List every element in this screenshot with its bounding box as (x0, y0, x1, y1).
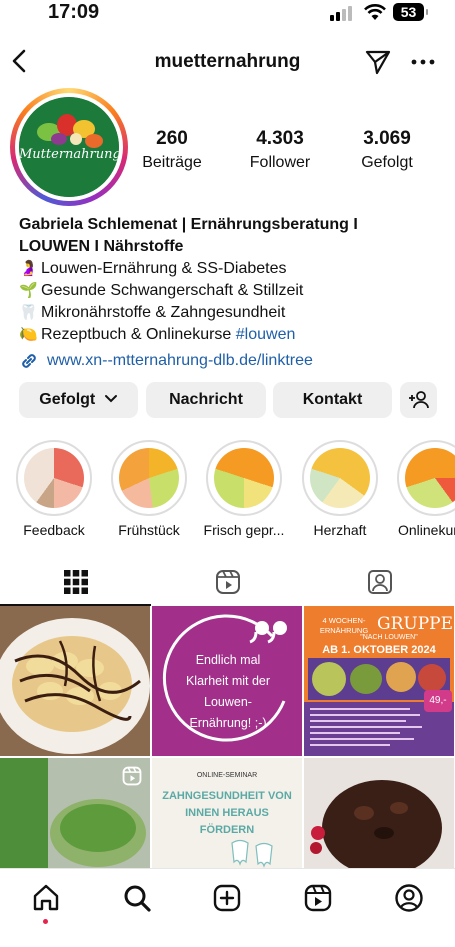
highlight-item[interactable]: Onlinekurs (394, 440, 455, 538)
highlight-cover (24, 448, 84, 508)
reels-icon (216, 570, 240, 594)
link-icon (22, 354, 36, 368)
profile-avatar[interactable]: Mutternahrung (10, 88, 128, 206)
post-seminar-label: ONLINE-SEMINAR (196, 772, 258, 779)
bio-line-text: Rezeptbuch & Onlinekurse (41, 326, 236, 343)
highlight-item[interactable]: Frühstück (108, 440, 190, 538)
stat-following-value: 3.069 (363, 128, 411, 149)
bio-line-text: Louwen-Ernährung & SS-Diabetes (41, 260, 287, 277)
following-button[interactable]: Gefolgt (19, 382, 138, 418)
chevron-down-icon (104, 395, 117, 403)
tooth-emoji-icon: 🦷 (19, 304, 38, 321)
post-title-large: GRUPPE (377, 614, 453, 634)
highlight-item[interactable]: Herzhaft (299, 440, 381, 538)
contact-button[interactable]: Kontakt (273, 382, 392, 418)
post-date: AB 1. OKTOBER 2024 (322, 644, 436, 656)
bio-line: 🍋 Rezeptbuch & Onlinekurse #louwen (19, 324, 439, 346)
grid-icon (64, 570, 88, 594)
search-icon[interactable] (122, 883, 152, 913)
bio-website-url: www.xn--mtternahrung-dlb.de/linktree (47, 352, 313, 369)
more-options-icon[interactable] (410, 48, 436, 76)
bio-hashtag-link[interactable]: #louwen (236, 324, 296, 346)
lemon-emoji-icon: 🍋 (19, 326, 38, 343)
highlight-cover (119, 448, 179, 508)
stat-posts[interactable]: 260 Beiträge (117, 128, 227, 172)
signal-icon (330, 5, 356, 21)
add-person-icon (408, 391, 429, 409)
stat-following-label: Gefolgt (361, 154, 413, 171)
highlight-label: Feedback (23, 522, 85, 538)
post-title-small: 4 WOCHEN-ERNÄHRUNG (319, 616, 369, 635)
tab-posts-grid[interactable] (0, 560, 151, 606)
profile-bio: Gabriela Schlemenat | Ernährungsberatung… (19, 214, 439, 372)
highlight-label: Frühstück (118, 522, 180, 538)
tab-tagged[interactable] (304, 560, 455, 606)
create-post-icon[interactable] (212, 883, 242, 913)
stat-followers-value: 4.303 (256, 128, 304, 149)
profile-header: muetternahrung (0, 38, 455, 84)
tab-reels[interactable] (152, 560, 303, 606)
wifi-icon (364, 4, 386, 20)
battery-icon: 53 (393, 3, 428, 21)
home-icon[interactable] (31, 883, 61, 913)
post-seminar-title: ZAHNGESUNDHEIT VON INNEN HERAUS FÖRDERN (162, 790, 292, 836)
suggested-users-button[interactable] (400, 382, 437, 418)
bio-name-line-1: Gabriela Schlemenat | Ernährungsberatung… (19, 216, 358, 233)
posts-grid: Endlich mal Klarheit mit der Louwen-Ernä… (0, 606, 455, 868)
pregnant-emoji-icon: 🤰 (19, 260, 38, 277)
profile-tabs (0, 560, 455, 606)
post-thumbnail[interactable]: 4 WOCHEN-ERNÄHRUNG GRUPPE "NACH LOUWEN" … (304, 606, 454, 756)
avatar-logo-text: Mutternahrung (19, 147, 119, 162)
tagged-person-icon (368, 570, 392, 594)
bio-name-line-2: LOUWEN I Nährstoffe (19, 238, 184, 255)
highlight-label: Onlinekurs (398, 522, 455, 538)
highlight-cover (405, 448, 455, 508)
stat-posts-value: 260 (156, 128, 188, 149)
highlight-cover (214, 448, 274, 508)
reels-nav-icon[interactable] (303, 883, 333, 913)
following-button-label: Gefolgt (39, 391, 96, 408)
bio-website-link[interactable]: www.xn--mtternahrung-dlb.de/linktree (19, 350, 439, 372)
post-thumbnail[interactable] (304, 758, 454, 868)
notification-dot (43, 919, 48, 924)
bio-line: 🌱 Gesunde Schwangerschaft & Stillzeit (19, 280, 439, 302)
send-message-icon[interactable] (364, 48, 392, 76)
status-time: 17:09 (48, 1, 100, 23)
message-button[interactable]: Nachricht (146, 382, 266, 418)
avatar-logo-image: Mutternahrung (19, 97, 119, 197)
post-thumbnail[interactable]: Endlich mal Klarheit mit der Louwen-Ernä… (152, 606, 302, 756)
highlight-item[interactable]: Feedback (13, 440, 95, 538)
profile-actions: Gefolgt Nachricht Kontakt (19, 382, 439, 418)
post-subtitle: "NACH LOUWEN" (360, 634, 418, 641)
bio-line-text: Mikronährstoffe & Zahngesundheit (41, 304, 286, 321)
highlight-label: Frisch gepr... (203, 522, 285, 538)
status-bar: 17:09 53 (0, 0, 455, 26)
highlight-item[interactable]: Frisch gepr... (203, 440, 285, 538)
post-thumbnail[interactable] (0, 758, 150, 868)
post-quote-text: Endlich mal Klarheit mit der Louwen-Ernä… (185, 653, 271, 730)
stat-followers-label: Follower (249, 154, 311, 171)
profile-nav-icon[interactable] (394, 883, 424, 913)
highlight-cover (310, 448, 370, 508)
reel-indicator-icon (122, 766, 142, 786)
bottom-navigation (0, 868, 455, 947)
bio-line: 🤰 Louwen-Ernährung & SS-Diabetes (19, 258, 439, 280)
stat-following[interactable]: 3.069 Gefolgt (332, 128, 442, 172)
stat-posts-label: Beiträge (142, 154, 202, 171)
post-thumbnail[interactable] (0, 606, 150, 756)
post-thumbnail[interactable]: ONLINE-SEMINAR ZAHNGESUNDHEIT VON INNEN … (152, 758, 302, 868)
post-price-badge: 49,- (424, 690, 452, 712)
bio-line: 🦷 Mikronährstoffe & Zahngesundheit (19, 302, 439, 324)
stat-followers[interactable]: 4.303 Follower (225, 128, 335, 172)
highlight-label: Herzhaft (313, 522, 367, 538)
bio-line-text: Gesunde Schwangerschaft & Stillzeit (41, 282, 304, 299)
seedling-emoji-icon: 🌱 (19, 282, 38, 299)
